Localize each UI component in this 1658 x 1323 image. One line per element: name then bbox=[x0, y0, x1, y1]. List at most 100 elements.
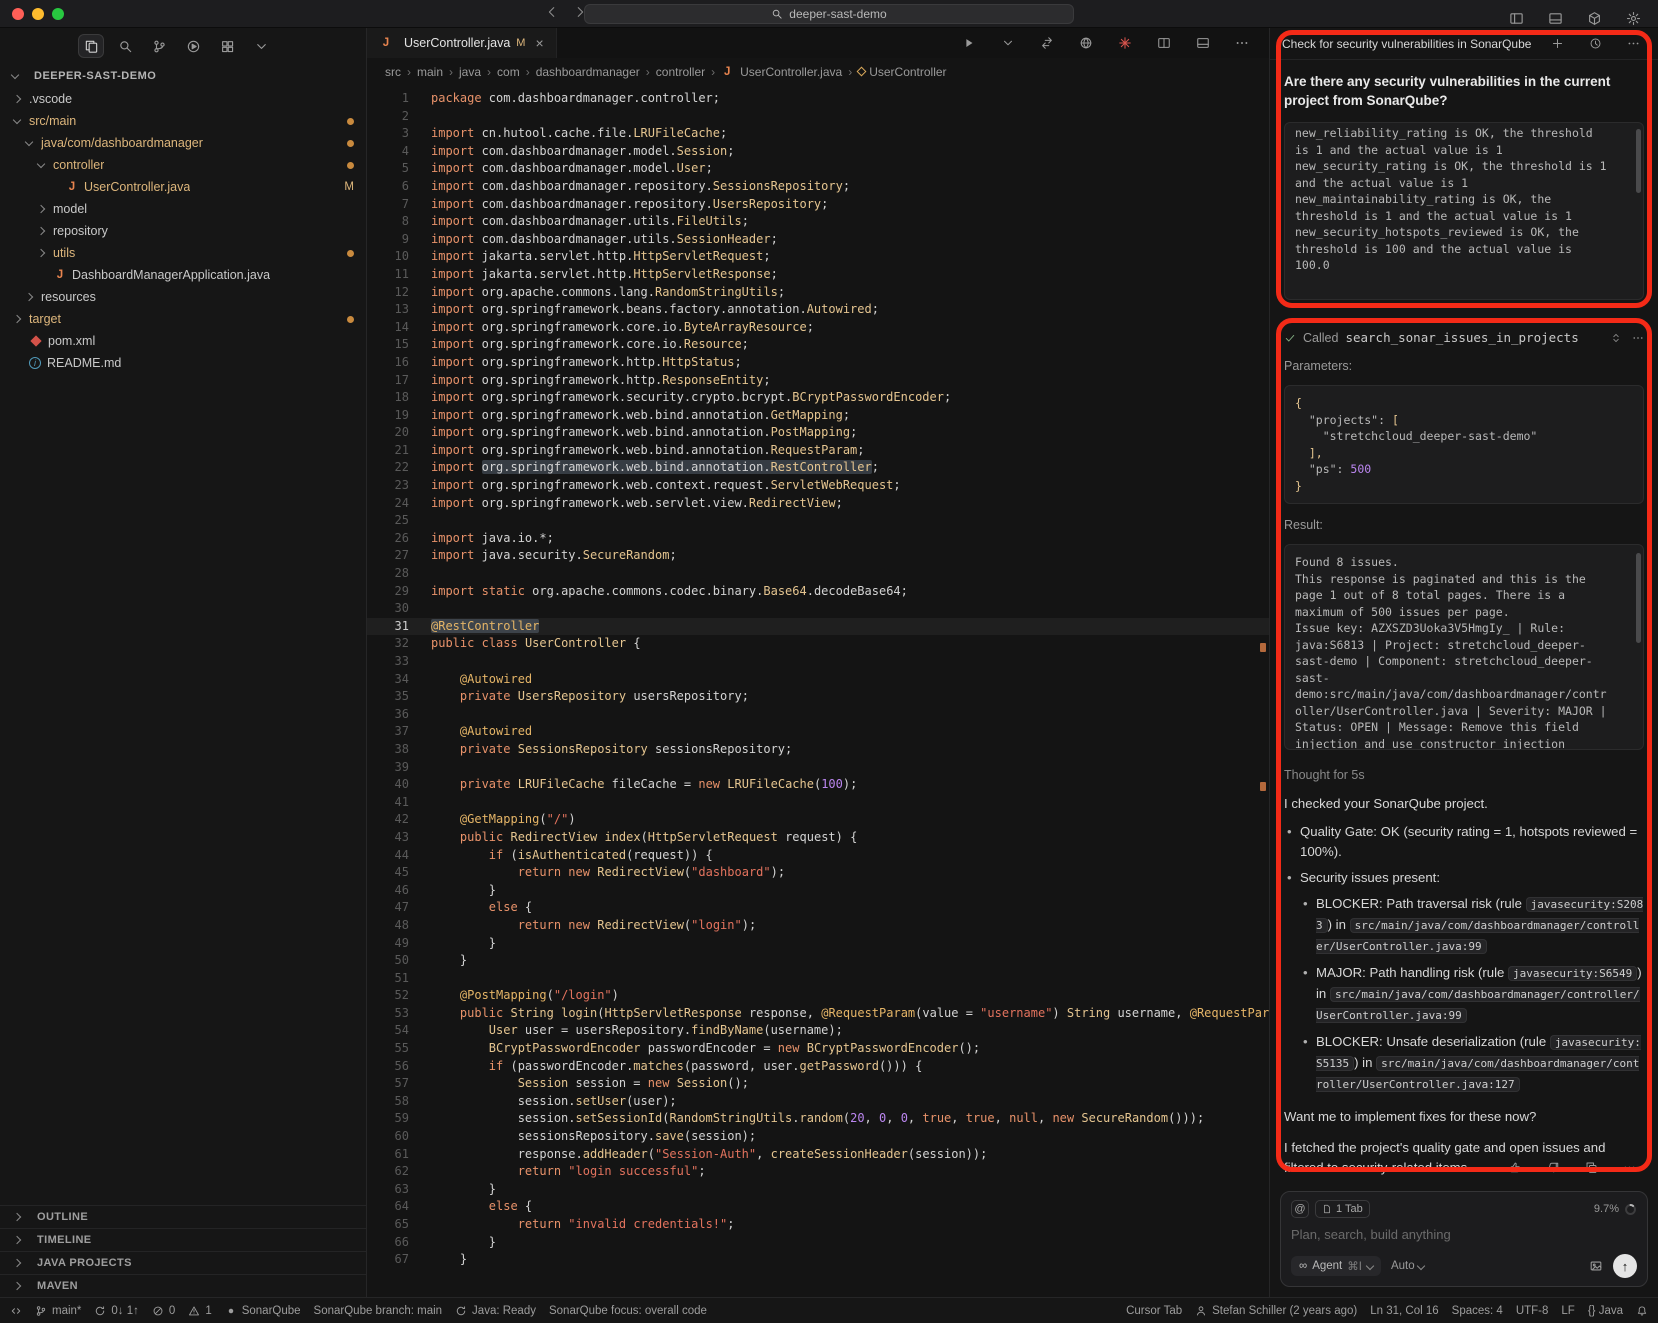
code-line-40[interactable]: 40 private LRUFileCache fileCache = new … bbox=[367, 776, 1269, 794]
code-line-26[interactable]: 26import java.io.*; bbox=[367, 530, 1269, 548]
code-line-2[interactable]: 2 bbox=[367, 108, 1269, 126]
code-line-18[interactable]: 18import org.springframework.security.cr… bbox=[367, 389, 1269, 407]
parameters-block[interactable]: { "projects": [ "stretchcloud_deeper-sas… bbox=[1284, 385, 1644, 504]
sonarqube-branch[interactable]: SonarQube branch: main bbox=[314, 1305, 443, 1317]
code-line-6[interactable]: 6import com.dashboardmanager.repository.… bbox=[367, 178, 1269, 196]
eol[interactable]: LF bbox=[1561, 1305, 1574, 1317]
send-button[interactable]: ↑ bbox=[1613, 1254, 1637, 1278]
tree-item-readme-md[interactable]: iREADME.md bbox=[0, 352, 366, 374]
go-to-symbol[interactable] bbox=[1073, 31, 1099, 55]
tree-item-usercontroller-java[interactable]: JUserController.javaM bbox=[0, 176, 366, 198]
code-line-12[interactable]: 12import org.apache.commons.lang.RandomS… bbox=[367, 284, 1269, 302]
scrollbar-thumb[interactable] bbox=[1636, 129, 1641, 193]
thought-duration[interactable]: Thought for 5s bbox=[1284, 768, 1644, 782]
git-blame[interactable]: Stefan Schiller (2 years ago) bbox=[1195, 1305, 1357, 1317]
code-line-34[interactable]: 34 @Autowired bbox=[367, 671, 1269, 689]
code-line-45[interactable]: 45 return new RedirectView("dashboard"); bbox=[367, 864, 1269, 882]
code-line-65[interactable]: 65 return "invalid credentials!"; bbox=[367, 1216, 1269, 1234]
breadcrumb-com[interactable]: com bbox=[497, 65, 520, 79]
thumbs-down[interactable] bbox=[1540, 1155, 1566, 1179]
project-root-row[interactable]: DEEPER-SAST-DEMO bbox=[0, 64, 366, 88]
tree-item-repository[interactable]: repository bbox=[0, 220, 366, 242]
compare-changes[interactable] bbox=[1034, 31, 1060, 55]
code-line-10[interactable]: 10import jakarta.servlet.http.HttpServle… bbox=[367, 248, 1269, 266]
code-line-62[interactable]: 62 return "login successful"; bbox=[367, 1163, 1269, 1181]
settings[interactable] bbox=[1620, 6, 1646, 30]
language-mode[interactable]: {} Java bbox=[1588, 1305, 1623, 1317]
command-center-search[interactable]: deeper-sast-demo bbox=[584, 4, 1074, 24]
code-line-8[interactable]: 8import com.dashboardmanager.utils.FileU… bbox=[367, 213, 1269, 231]
code-line-55[interactable]: 55 BCryptPasswordEncoder passwordEncoder… bbox=[367, 1040, 1269, 1058]
tree-item-model[interactable]: model bbox=[0, 198, 366, 220]
code-line-24[interactable]: 24import org.springframework.web.servlet… bbox=[367, 495, 1269, 513]
breadcrumb-main[interactable]: main bbox=[417, 65, 443, 79]
chat-thread-title[interactable]: Check for security vulnerabilities in So… bbox=[1282, 37, 1531, 51]
expand-tool-icon[interactable] bbox=[1610, 332, 1622, 344]
add-context-button[interactable]: @ bbox=[1291, 1200, 1309, 1218]
source-control-view[interactable] bbox=[146, 34, 172, 58]
maximize-window-button[interactable] bbox=[52, 8, 64, 20]
code-line-38[interactable]: 38 private SessionsRepository sessionsRe… bbox=[367, 741, 1269, 759]
errors[interactable]: 0 bbox=[152, 1305, 175, 1317]
code-line-50[interactable]: 50 } bbox=[367, 952, 1269, 970]
usage-indicator[interactable]: 9.7% bbox=[1594, 1203, 1637, 1216]
code-line-67[interactable]: 67 } bbox=[367, 1251, 1269, 1269]
explorer-view[interactable] bbox=[78, 34, 104, 58]
attach-image-icon[interactable] bbox=[1589, 1259, 1603, 1273]
panel-header-maven[interactable]: MAVEN bbox=[0, 1274, 366, 1297]
scrollbar-thumb[interactable] bbox=[1636, 553, 1641, 643]
more-actions[interactable] bbox=[1229, 31, 1255, 55]
split-editor[interactable] bbox=[1151, 31, 1177, 55]
code-line-11[interactable]: 11import jakarta.servlet.http.HttpServle… bbox=[367, 266, 1269, 284]
tree-item-dashboardmanagerapplication-java[interactable]: JDashboardManagerApplication.java bbox=[0, 264, 366, 286]
sonarqube-focus[interactable]: SonarQube focus: overall code bbox=[549, 1305, 707, 1317]
debug-view[interactable] bbox=[180, 34, 206, 58]
code-line-52[interactable]: 52 @PostMapping("/login") bbox=[367, 987, 1269, 1005]
code-line-47[interactable]: 47 else { bbox=[367, 899, 1269, 917]
code-line-58[interactable]: 58 session.setUser(user); bbox=[367, 1093, 1269, 1111]
window-controls[interactable] bbox=[12, 8, 64, 20]
code-line-61[interactable]: 61 response.addHeader("Session-Auth", cr… bbox=[367, 1146, 1269, 1164]
run-button[interactable] bbox=[956, 31, 982, 55]
panel-header-outline[interactable]: OUTLINE bbox=[0, 1205, 366, 1228]
code-line-56[interactable]: 56 if (passwordEncoder.matches(password,… bbox=[367, 1058, 1269, 1076]
code-line-44[interactable]: 44 if (isAuthenticated(request)) { bbox=[367, 847, 1269, 865]
breadcrumb-usercontroller[interactable]: UserController bbox=[858, 65, 946, 79]
code-line-46[interactable]: 46 } bbox=[367, 882, 1269, 900]
git-sync[interactable]: 0↓ 1↑ bbox=[94, 1305, 139, 1317]
chat-input-box[interactable]: @ 1 Tab 9.7% ∞ Agent ⌘I bbox=[1280, 1191, 1648, 1287]
cursor-position[interactable]: Ln 31, Col 16 bbox=[1370, 1305, 1438, 1317]
breadcrumb-src[interactable]: src bbox=[385, 65, 401, 79]
customize-layout[interactable] bbox=[1190, 31, 1216, 55]
code-line-13[interactable]: 13import org.springframework.beans.facto… bbox=[367, 301, 1269, 319]
code-line-64[interactable]: 64 else { bbox=[367, 1198, 1269, 1216]
sonarqube[interactable]: SonarQube bbox=[225, 1305, 301, 1317]
quality-gate-output-block[interactable]: new_reliability_rating is OK, the thresh… bbox=[1284, 122, 1644, 300]
code-line-39[interactable]: 39 bbox=[367, 759, 1269, 777]
copy-response[interactable] bbox=[1578, 1155, 1604, 1179]
code-line-16[interactable]: 16import org.springframework.http.HttpSt… bbox=[367, 354, 1269, 372]
code-line-36[interactable]: 36 bbox=[367, 706, 1269, 724]
tab-usercontroller-java[interactable]: J UserController.java M × bbox=[367, 28, 557, 58]
indentation[interactable]: Spaces: 4 bbox=[1452, 1305, 1503, 1317]
code-line-23[interactable]: 23import org.springframework.web.context… bbox=[367, 477, 1269, 495]
chat-messages[interactable]: Are there any security vulnerabilities i… bbox=[1270, 60, 1658, 1185]
code-line-66[interactable]: 66 } bbox=[367, 1234, 1269, 1252]
minimize-window-button[interactable] bbox=[32, 8, 44, 20]
chat-history[interactable] bbox=[1582, 32, 1608, 56]
back-button[interactable] bbox=[545, 5, 559, 19]
code-line-51[interactable]: 51 bbox=[367, 970, 1269, 988]
chat-prompt-input[interactable] bbox=[1291, 1227, 1637, 1242]
code-line-22[interactable]: 22import org.springframework.web.bind.an… bbox=[367, 459, 1269, 477]
code-line-28[interactable]: 28 bbox=[367, 565, 1269, 583]
java-status[interactable]: Java: Ready bbox=[455, 1305, 536, 1317]
code-line-54[interactable]: 54 User user = usersRepository.findByNam… bbox=[367, 1022, 1269, 1040]
tree-item-resources[interactable]: resources bbox=[0, 286, 366, 308]
notifications[interactable] bbox=[1636, 1305, 1648, 1317]
code-line-27[interactable]: 27import java.security.SecureRandom; bbox=[367, 547, 1269, 565]
breadcrumb-dashboardmanager[interactable]: dashboardmanager bbox=[536, 65, 640, 79]
sonarqube-action[interactable] bbox=[1112, 31, 1138, 55]
more-views[interactable] bbox=[248, 34, 274, 58]
code-line-15[interactable]: 15import org.springframework.core.io.Res… bbox=[367, 336, 1269, 354]
run-dropdown[interactable] bbox=[995, 31, 1021, 55]
